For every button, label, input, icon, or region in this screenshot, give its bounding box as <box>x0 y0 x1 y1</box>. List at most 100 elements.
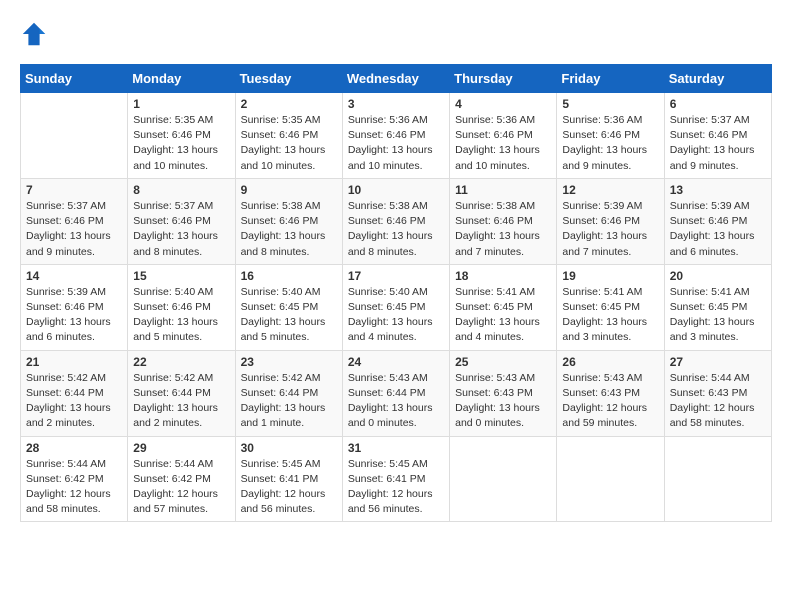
sunrise-text: Sunrise: 5:38 AM <box>348 200 428 212</box>
day-number: 8 <box>133 183 229 197</box>
daylight-text: Daylight: 12 hours and 58 minutes. <box>670 402 755 429</box>
cell-content: Sunrise: 5:40 AM Sunset: 6:45 PM Dayligh… <box>241 285 337 346</box>
daylight-text: Daylight: 13 hours and 8 minutes. <box>133 230 218 257</box>
calendar-cell: 11 Sunrise: 5:38 AM Sunset: 6:46 PM Dayl… <box>450 178 557 264</box>
sunset-text: Sunset: 6:45 PM <box>455 301 533 313</box>
daylight-text: Daylight: 13 hours and 1 minute. <box>241 402 326 429</box>
sunrise-text: Sunrise: 5:41 AM <box>455 286 535 298</box>
calendar-cell: 6 Sunrise: 5:37 AM Sunset: 6:46 PM Dayli… <box>664 93 771 179</box>
daylight-text: Daylight: 12 hours and 59 minutes. <box>562 402 647 429</box>
cell-content: Sunrise: 5:40 AM Sunset: 6:45 PM Dayligh… <box>348 285 444 346</box>
weekday-header-wednesday: Wednesday <box>342 65 449 93</box>
sunset-text: Sunset: 6:46 PM <box>133 215 211 227</box>
daylight-text: Daylight: 13 hours and 9 minutes. <box>562 144 647 171</box>
weekday-header-thursday: Thursday <box>450 65 557 93</box>
sunset-text: Sunset: 6:44 PM <box>133 387 211 399</box>
sunset-text: Sunset: 6:41 PM <box>241 473 319 485</box>
calendar-cell: 31 Sunrise: 5:45 AM Sunset: 6:41 PM Dayl… <box>342 436 449 522</box>
calendar-week-5: 28 Sunrise: 5:44 AM Sunset: 6:42 PM Dayl… <box>21 436 772 522</box>
cell-content: Sunrise: 5:37 AM Sunset: 6:46 PM Dayligh… <box>26 199 122 260</box>
calendar-cell: 1 Sunrise: 5:35 AM Sunset: 6:46 PM Dayli… <box>128 93 235 179</box>
calendar-cell: 4 Sunrise: 5:36 AM Sunset: 6:46 PM Dayli… <box>450 93 557 179</box>
sunset-text: Sunset: 6:46 PM <box>348 215 426 227</box>
sunrise-text: Sunrise: 5:42 AM <box>241 372 321 384</box>
daylight-text: Daylight: 12 hours and 56 minutes. <box>348 488 433 515</box>
calendar-cell: 19 Sunrise: 5:41 AM Sunset: 6:45 PM Dayl… <box>557 264 664 350</box>
day-number: 7 <box>26 183 122 197</box>
day-number: 3 <box>348 97 444 111</box>
daylight-text: Daylight: 13 hours and 4 minutes. <box>348 316 433 343</box>
sunrise-text: Sunrise: 5:39 AM <box>562 200 642 212</box>
cell-content: Sunrise: 5:36 AM Sunset: 6:46 PM Dayligh… <box>455 113 551 174</box>
daylight-text: Daylight: 13 hours and 2 minutes. <box>133 402 218 429</box>
day-number: 18 <box>455 269 551 283</box>
calendar-cell: 5 Sunrise: 5:36 AM Sunset: 6:46 PM Dayli… <box>557 93 664 179</box>
sunrise-text: Sunrise: 5:41 AM <box>670 286 750 298</box>
sunrise-text: Sunrise: 5:39 AM <box>26 286 106 298</box>
sunrise-text: Sunrise: 5:38 AM <box>241 200 321 212</box>
sunrise-text: Sunrise: 5:35 AM <box>133 114 213 126</box>
calendar-cell: 3 Sunrise: 5:36 AM Sunset: 6:46 PM Dayli… <box>342 93 449 179</box>
sunrise-text: Sunrise: 5:37 AM <box>133 200 213 212</box>
sunset-text: Sunset: 6:46 PM <box>26 215 104 227</box>
logo <box>20 20 52 48</box>
daylight-text: Daylight: 13 hours and 10 minutes. <box>133 144 218 171</box>
sunrise-text: Sunrise: 5:35 AM <box>241 114 321 126</box>
sunset-text: Sunset: 6:45 PM <box>670 301 748 313</box>
day-number: 29 <box>133 441 229 455</box>
cell-content: Sunrise: 5:38 AM Sunset: 6:46 PM Dayligh… <box>348 199 444 260</box>
sunset-text: Sunset: 6:46 PM <box>241 129 319 141</box>
day-number: 22 <box>133 355 229 369</box>
daylight-text: Daylight: 12 hours and 58 minutes. <box>26 488 111 515</box>
daylight-text: Daylight: 12 hours and 56 minutes. <box>241 488 326 515</box>
calendar-cell: 26 Sunrise: 5:43 AM Sunset: 6:43 PM Dayl… <box>557 350 664 436</box>
calendar-cell: 17 Sunrise: 5:40 AM Sunset: 6:45 PM Dayl… <box>342 264 449 350</box>
sunrise-text: Sunrise: 5:40 AM <box>133 286 213 298</box>
day-number: 30 <box>241 441 337 455</box>
sunrise-text: Sunrise: 5:45 AM <box>348 458 428 470</box>
calendar-cell <box>21 93 128 179</box>
sunrise-text: Sunrise: 5:43 AM <box>455 372 535 384</box>
calendar-cell <box>557 436 664 522</box>
day-number: 20 <box>670 269 766 283</box>
day-number: 28 <box>26 441 122 455</box>
cell-content: Sunrise: 5:44 AM Sunset: 6:42 PM Dayligh… <box>133 457 229 518</box>
sunrise-text: Sunrise: 5:39 AM <box>670 200 750 212</box>
sunrise-text: Sunrise: 5:36 AM <box>348 114 428 126</box>
weekday-header-saturday: Saturday <box>664 65 771 93</box>
sunrise-text: Sunrise: 5:40 AM <box>241 286 321 298</box>
daylight-text: Daylight: 13 hours and 3 minutes. <box>670 316 755 343</box>
sunrise-text: Sunrise: 5:41 AM <box>562 286 642 298</box>
calendar-week-1: 1 Sunrise: 5:35 AM Sunset: 6:46 PM Dayli… <box>21 93 772 179</box>
weekday-header-sunday: Sunday <box>21 65 128 93</box>
daylight-text: Daylight: 13 hours and 5 minutes. <box>133 316 218 343</box>
cell-content: Sunrise: 5:40 AM Sunset: 6:46 PM Dayligh… <box>133 285 229 346</box>
sunset-text: Sunset: 6:46 PM <box>241 215 319 227</box>
daylight-text: Daylight: 13 hours and 10 minutes. <box>348 144 433 171</box>
cell-content: Sunrise: 5:38 AM Sunset: 6:46 PM Dayligh… <box>455 199 551 260</box>
sunset-text: Sunset: 6:43 PM <box>562 387 640 399</box>
sunset-text: Sunset: 6:42 PM <box>26 473 104 485</box>
calendar-cell: 14 Sunrise: 5:39 AM Sunset: 6:46 PM Dayl… <box>21 264 128 350</box>
sunset-text: Sunset: 6:46 PM <box>26 301 104 313</box>
sunset-text: Sunset: 6:43 PM <box>670 387 748 399</box>
cell-content: Sunrise: 5:39 AM Sunset: 6:46 PM Dayligh… <box>562 199 658 260</box>
daylight-text: Daylight: 13 hours and 2 minutes. <box>26 402 111 429</box>
day-number: 9 <box>241 183 337 197</box>
daylight-text: Daylight: 13 hours and 0 minutes. <box>348 402 433 429</box>
sunrise-text: Sunrise: 5:36 AM <box>455 114 535 126</box>
sunset-text: Sunset: 6:46 PM <box>455 129 533 141</box>
day-number: 15 <box>133 269 229 283</box>
calendar-cell: 10 Sunrise: 5:38 AM Sunset: 6:46 PM Dayl… <box>342 178 449 264</box>
cell-content: Sunrise: 5:37 AM Sunset: 6:46 PM Dayligh… <box>133 199 229 260</box>
cell-content: Sunrise: 5:43 AM Sunset: 6:44 PM Dayligh… <box>348 371 444 432</box>
sunrise-text: Sunrise: 5:37 AM <box>26 200 106 212</box>
cell-content: Sunrise: 5:41 AM Sunset: 6:45 PM Dayligh… <box>455 285 551 346</box>
sunset-text: Sunset: 6:45 PM <box>241 301 319 313</box>
sunrise-text: Sunrise: 5:42 AM <box>133 372 213 384</box>
day-number: 13 <box>670 183 766 197</box>
cell-content: Sunrise: 5:41 AM Sunset: 6:45 PM Dayligh… <box>670 285 766 346</box>
weekday-header-row: SundayMondayTuesdayWednesdayThursdayFrid… <box>21 65 772 93</box>
calendar-week-2: 7 Sunrise: 5:37 AM Sunset: 6:46 PM Dayli… <box>21 178 772 264</box>
daylight-text: Daylight: 13 hours and 4 minutes. <box>455 316 540 343</box>
